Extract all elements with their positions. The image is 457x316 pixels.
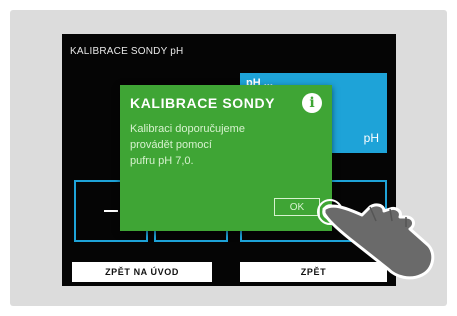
calibration-dialog: KALIBRACE SONDY i Kalibraci doporučujeme… xyxy=(120,85,332,231)
dialog-title: KALIBRACE SONDY xyxy=(130,95,276,111)
dialog-message-line: provádět pomocí xyxy=(130,139,212,151)
dialog-message: Kalibraci doporučujeme provádět pomocí p… xyxy=(130,121,320,169)
dialog-message-line: Kalibraci doporučujeme xyxy=(130,123,245,135)
info-icon: i xyxy=(302,93,322,113)
ph-unit-label: pH xyxy=(363,131,379,145)
pointing-hand-icon xyxy=(317,199,435,280)
back-to-home-button[interactable]: ZPĚT NA ÚVOD xyxy=(72,262,212,282)
minus-icon xyxy=(104,210,118,212)
dialog-message-line: pufru pH 7,0. xyxy=(130,155,194,167)
screen-title: KALIBRACE SONDY pH xyxy=(70,46,184,57)
